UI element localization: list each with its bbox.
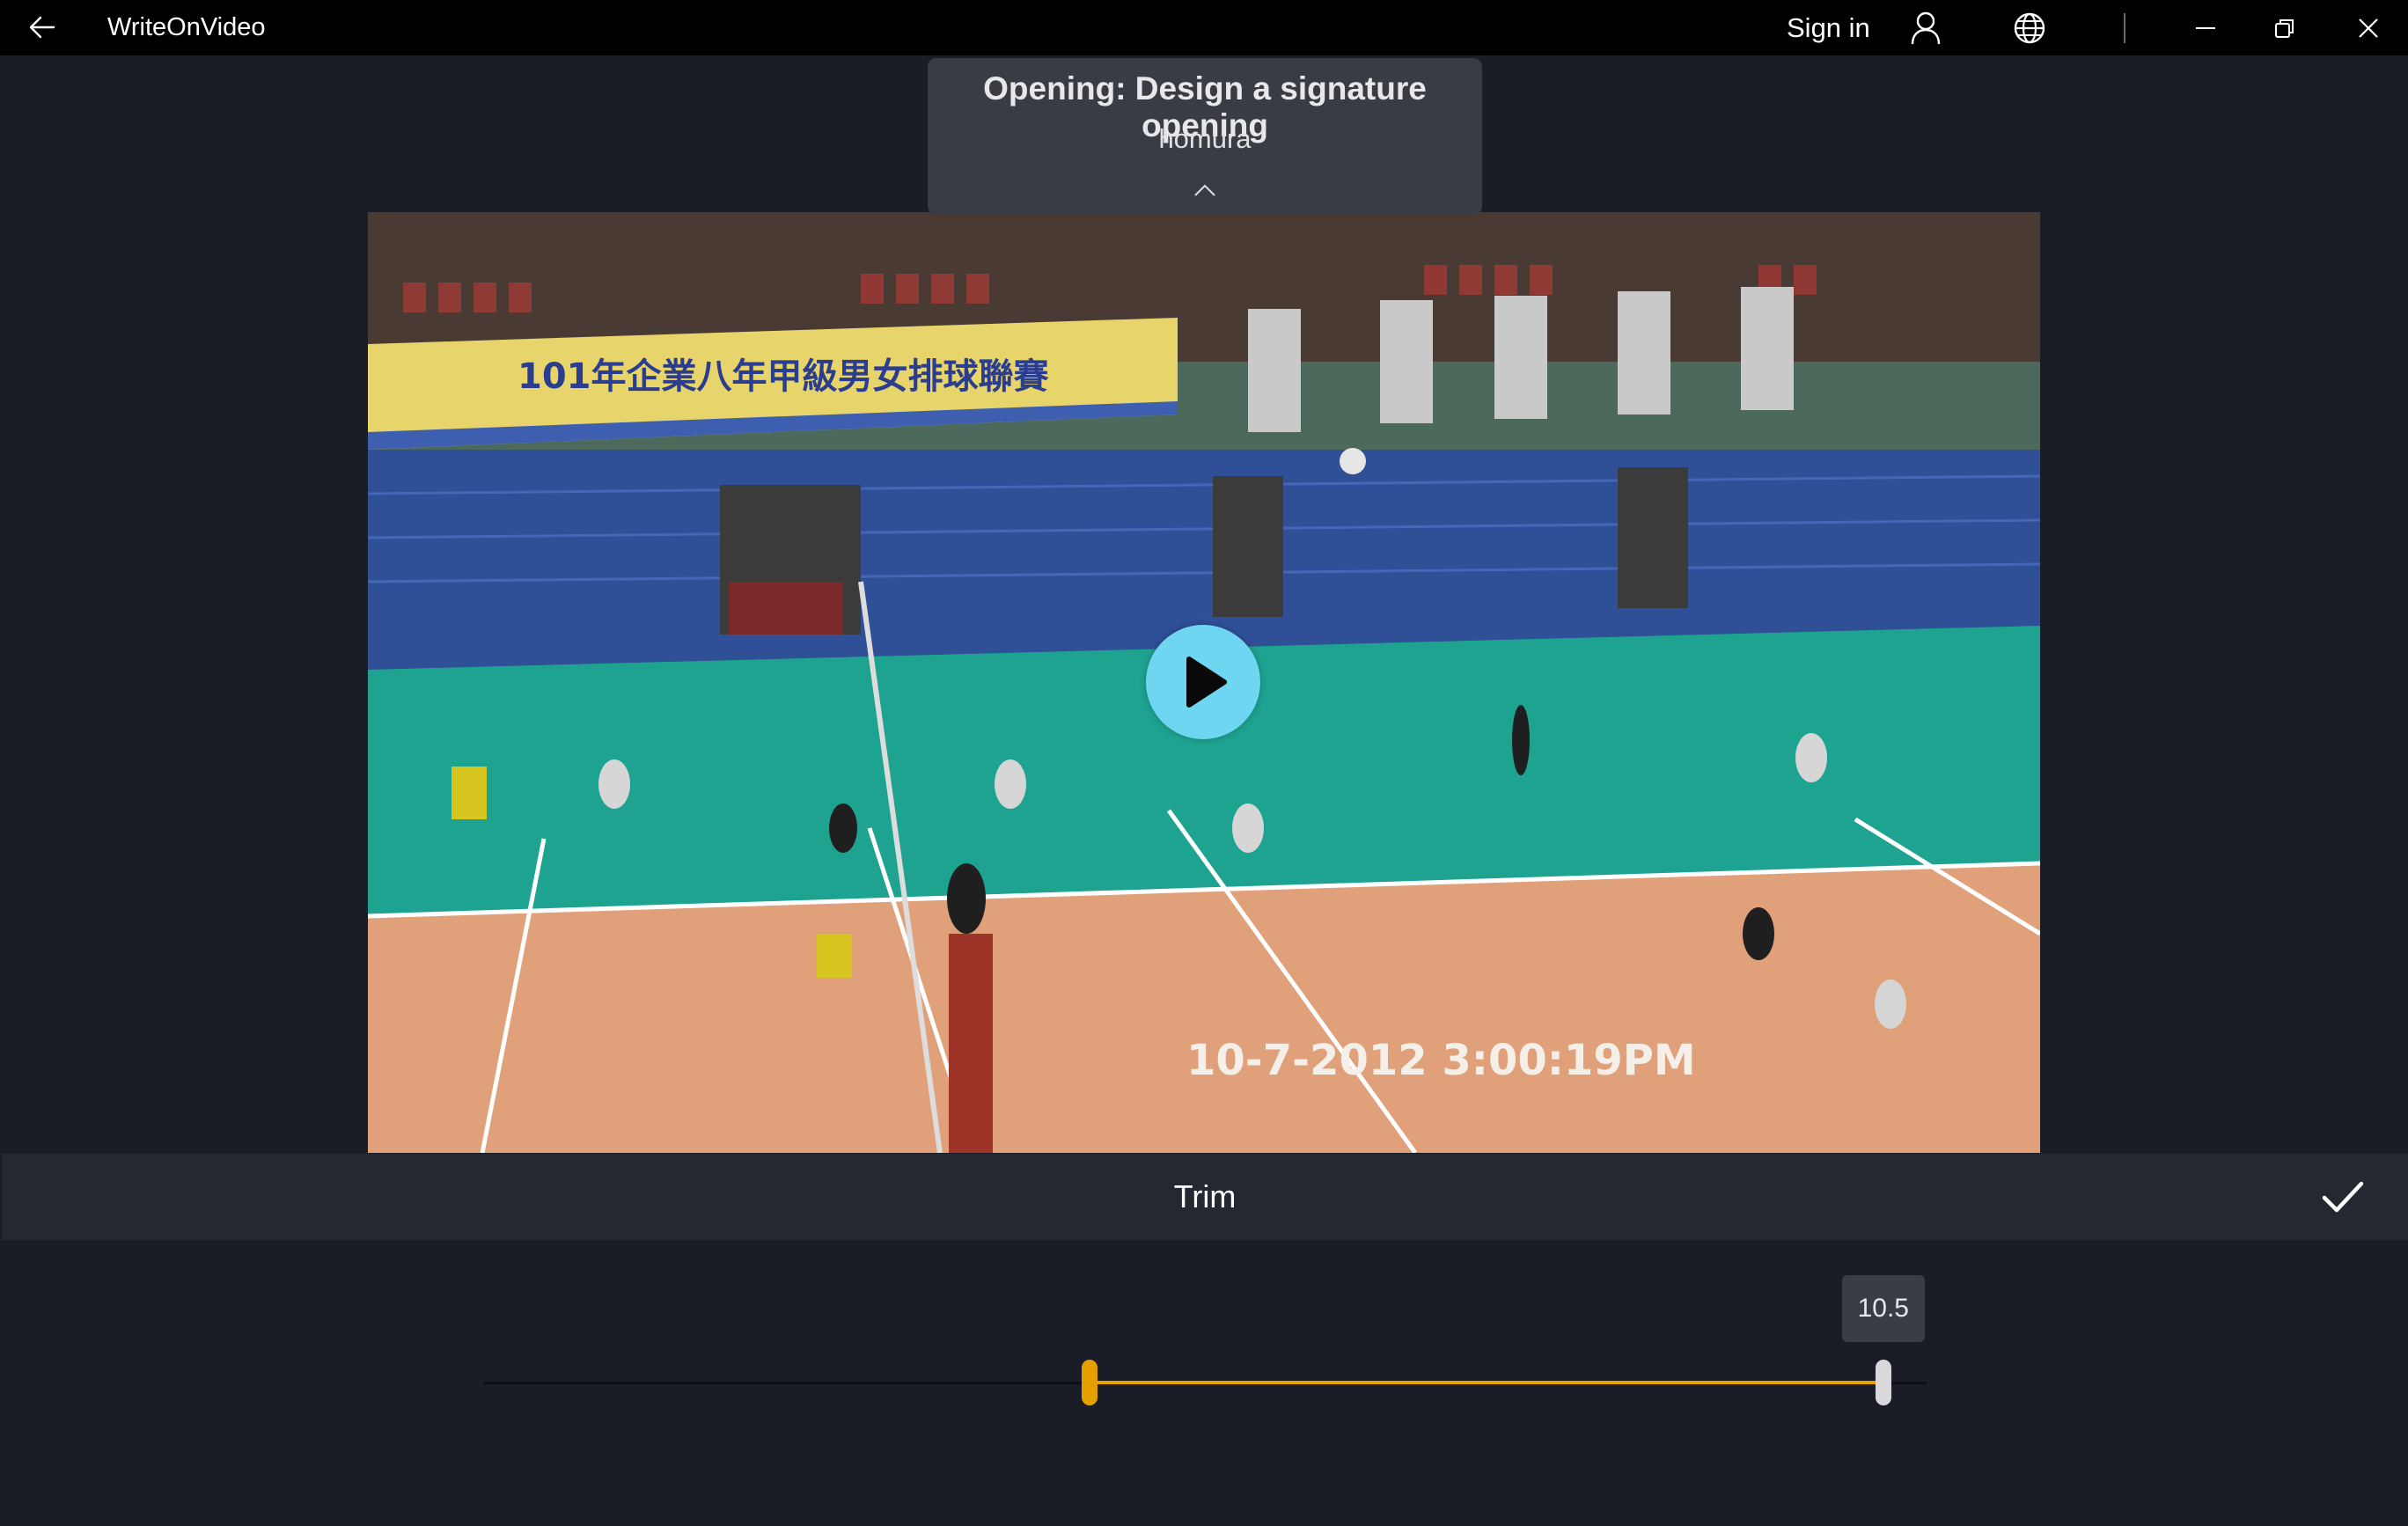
sign-in-link[interactable]: Sign in xyxy=(1787,0,1870,55)
globe-icon xyxy=(2014,12,2045,44)
trim-panel-title: Trim xyxy=(1173,1178,1237,1214)
language-button[interactable] xyxy=(2010,9,2049,48)
play-icon xyxy=(1186,657,1227,708)
trim-start-handle[interactable] xyxy=(1081,1360,1098,1405)
minimize-icon xyxy=(2196,26,2215,29)
back-arrow-icon xyxy=(29,16,55,39)
app-title: WriteOnVideo xyxy=(107,13,266,41)
person-icon xyxy=(1911,11,1941,45)
back-button[interactable] xyxy=(23,11,62,44)
close-icon xyxy=(2359,18,2378,38)
collapse-card-button[interactable] xyxy=(1189,180,1221,201)
trim-selected-range xyxy=(1089,1381,1883,1384)
minimize-button[interactable] xyxy=(2166,0,2245,55)
restore-button[interactable] xyxy=(2245,0,2324,55)
trim-panel-header: Trim xyxy=(2,1154,2408,1240)
video-timestamp-overlay: 10-7-2012 3:00:19PM xyxy=(1186,1036,1696,1085)
checkmark-icon xyxy=(2322,1181,2364,1213)
restore-icon xyxy=(2275,18,2294,38)
trim-end-value-tooltip: 10.5 xyxy=(1841,1275,1925,1342)
account-button[interactable] xyxy=(1906,9,1945,48)
title-bar: WriteOnVideo Sign in xyxy=(0,0,2408,55)
title-bar-divider xyxy=(2124,13,2125,43)
play-button[interactable] xyxy=(1146,625,1260,739)
confirm-trim-button[interactable] xyxy=(2315,1173,2371,1221)
template-author: homura xyxy=(1158,123,1252,154)
chevron-up-icon xyxy=(1194,184,1215,196)
trim-end-handle[interactable] xyxy=(1875,1360,1891,1405)
banner-text: 101年企業八年甲級男女排球聯賽 xyxy=(518,356,1049,397)
template-info-card: Opening: Design a signature opening homu… xyxy=(928,58,1482,215)
close-button[interactable] xyxy=(2329,0,2408,55)
